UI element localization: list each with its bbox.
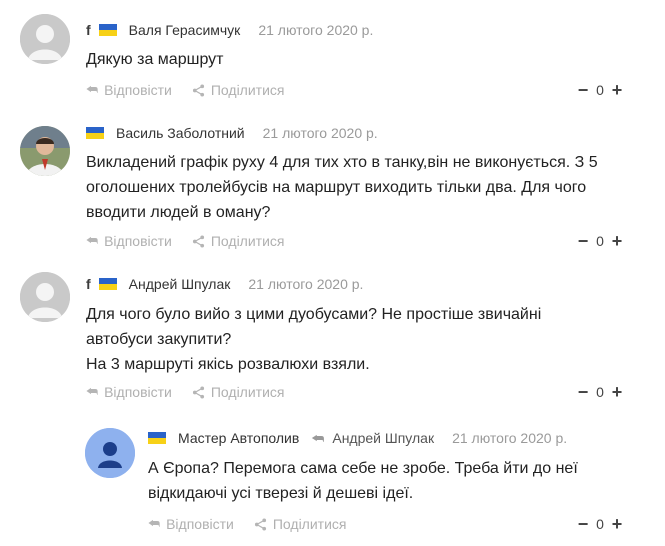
comment-actions: ⮪ Відповісти Поділитися xyxy=(148,514,366,534)
ukraine-flag-icon xyxy=(86,127,104,139)
plus-icon[interactable]: + xyxy=(610,382,624,403)
vote-score: 0 xyxy=(596,82,604,98)
minus-icon[interactable]: − xyxy=(576,80,590,101)
comment-date[interactable]: 21 лютого 2020 р. xyxy=(258,22,373,38)
comment-author[interactable]: Мастер Автополив xyxy=(178,430,299,446)
comment-text: А Єропа? Перемога сама себе не зробе. Тр… xyxy=(148,460,578,502)
minus-icon[interactable]: − xyxy=(576,231,590,252)
comment-text: Дякую за маршрут xyxy=(86,51,224,68)
reply-to-author[interactable]: Андрей Шпулак xyxy=(332,430,434,446)
comment-date[interactable]: 21 лютого 2020 р. xyxy=(452,430,567,446)
avatar-placeholder xyxy=(20,272,70,322)
reply-arrow-icon: ⮪ xyxy=(86,384,99,399)
comment-author[interactable]: Василь Заболотний xyxy=(116,125,245,141)
comment-text: Викладений графік руху 4 для тих хто в т… xyxy=(86,154,598,221)
comment-header: f Андрей Шпулак 21 лютого 2020 р. xyxy=(86,274,363,294)
minus-icon[interactable]: − xyxy=(576,382,590,403)
share-icon xyxy=(192,385,204,399)
vote-score: 0 xyxy=(596,233,604,249)
avatar-placeholder xyxy=(20,14,70,64)
reply-arrow-icon: ⮪ xyxy=(86,82,99,97)
vote-score: 0 xyxy=(596,384,604,400)
share-button[interactable]: Поділитися xyxy=(192,82,284,98)
vote-controls: − 0 + xyxy=(576,382,624,402)
facebook-icon: f xyxy=(86,276,91,292)
minus-icon[interactable]: − xyxy=(576,514,590,535)
vote-controls: − 0 + xyxy=(576,80,624,100)
comment-date[interactable]: 21 лютого 2020 р. xyxy=(248,276,363,292)
comment-actions: ⮪ Відповісти Поділитися xyxy=(86,382,304,402)
comment-header: Мастер Автополив ⮪ Андрей Шпулак 21 люто… xyxy=(148,428,567,448)
comment-author[interactable]: Валя Герасимчук xyxy=(129,22,241,38)
comment-text: Для чого було вийо з цими дуобусами? Не … xyxy=(86,306,542,373)
plus-icon[interactable]: + xyxy=(610,514,624,535)
vote-controls: − 0 + xyxy=(576,231,624,251)
reply-button[interactable]: ⮪ Відповісти xyxy=(86,233,172,249)
ukraine-flag-icon xyxy=(148,432,166,444)
comment-actions: ⮪ Відповісти Поділитися xyxy=(86,231,304,251)
vote-controls: − 0 + xyxy=(576,514,624,534)
share-button[interactable]: Поділитися xyxy=(254,516,346,532)
vote-score: 0 xyxy=(596,516,604,532)
share-icon xyxy=(192,234,204,248)
comment-author[interactable]: Андрей Шпулак xyxy=(129,276,231,292)
ukraine-flag-icon xyxy=(98,24,117,36)
plus-icon[interactable]: + xyxy=(610,231,624,252)
reply-button[interactable]: ⮪ Відповісти xyxy=(86,384,172,400)
share-button[interactable]: Поділитися xyxy=(192,233,284,249)
ukraine-flag-icon xyxy=(98,278,117,290)
reply-button[interactable]: ⮪ Відповісти xyxy=(86,82,172,98)
comment-date[interactable]: 21 лютого 2020 р. xyxy=(263,125,378,141)
avatar-default xyxy=(85,428,135,478)
reply-button[interactable]: ⮪ Відповісти xyxy=(148,516,234,532)
facebook-icon: f xyxy=(86,22,91,38)
comment-actions: ⮪ Відповісти Поділитися xyxy=(86,80,304,100)
share-icon xyxy=(254,517,266,531)
reply-arrow-icon: ⮪ xyxy=(148,516,161,531)
share-icon xyxy=(192,83,204,97)
share-button[interactable]: Поділитися xyxy=(192,384,284,400)
reply-arrow-icon: ⮪ xyxy=(86,233,99,248)
comment-header: f Валя Герасимчук 21 лютого 2020 р. xyxy=(86,20,373,40)
comment-header: Василь Заболотний 21 лютого 2020 р. xyxy=(86,123,378,143)
plus-icon[interactable]: + xyxy=(610,80,624,101)
reply-arrow-icon: ⮪ xyxy=(311,429,325,446)
avatar xyxy=(20,126,70,176)
